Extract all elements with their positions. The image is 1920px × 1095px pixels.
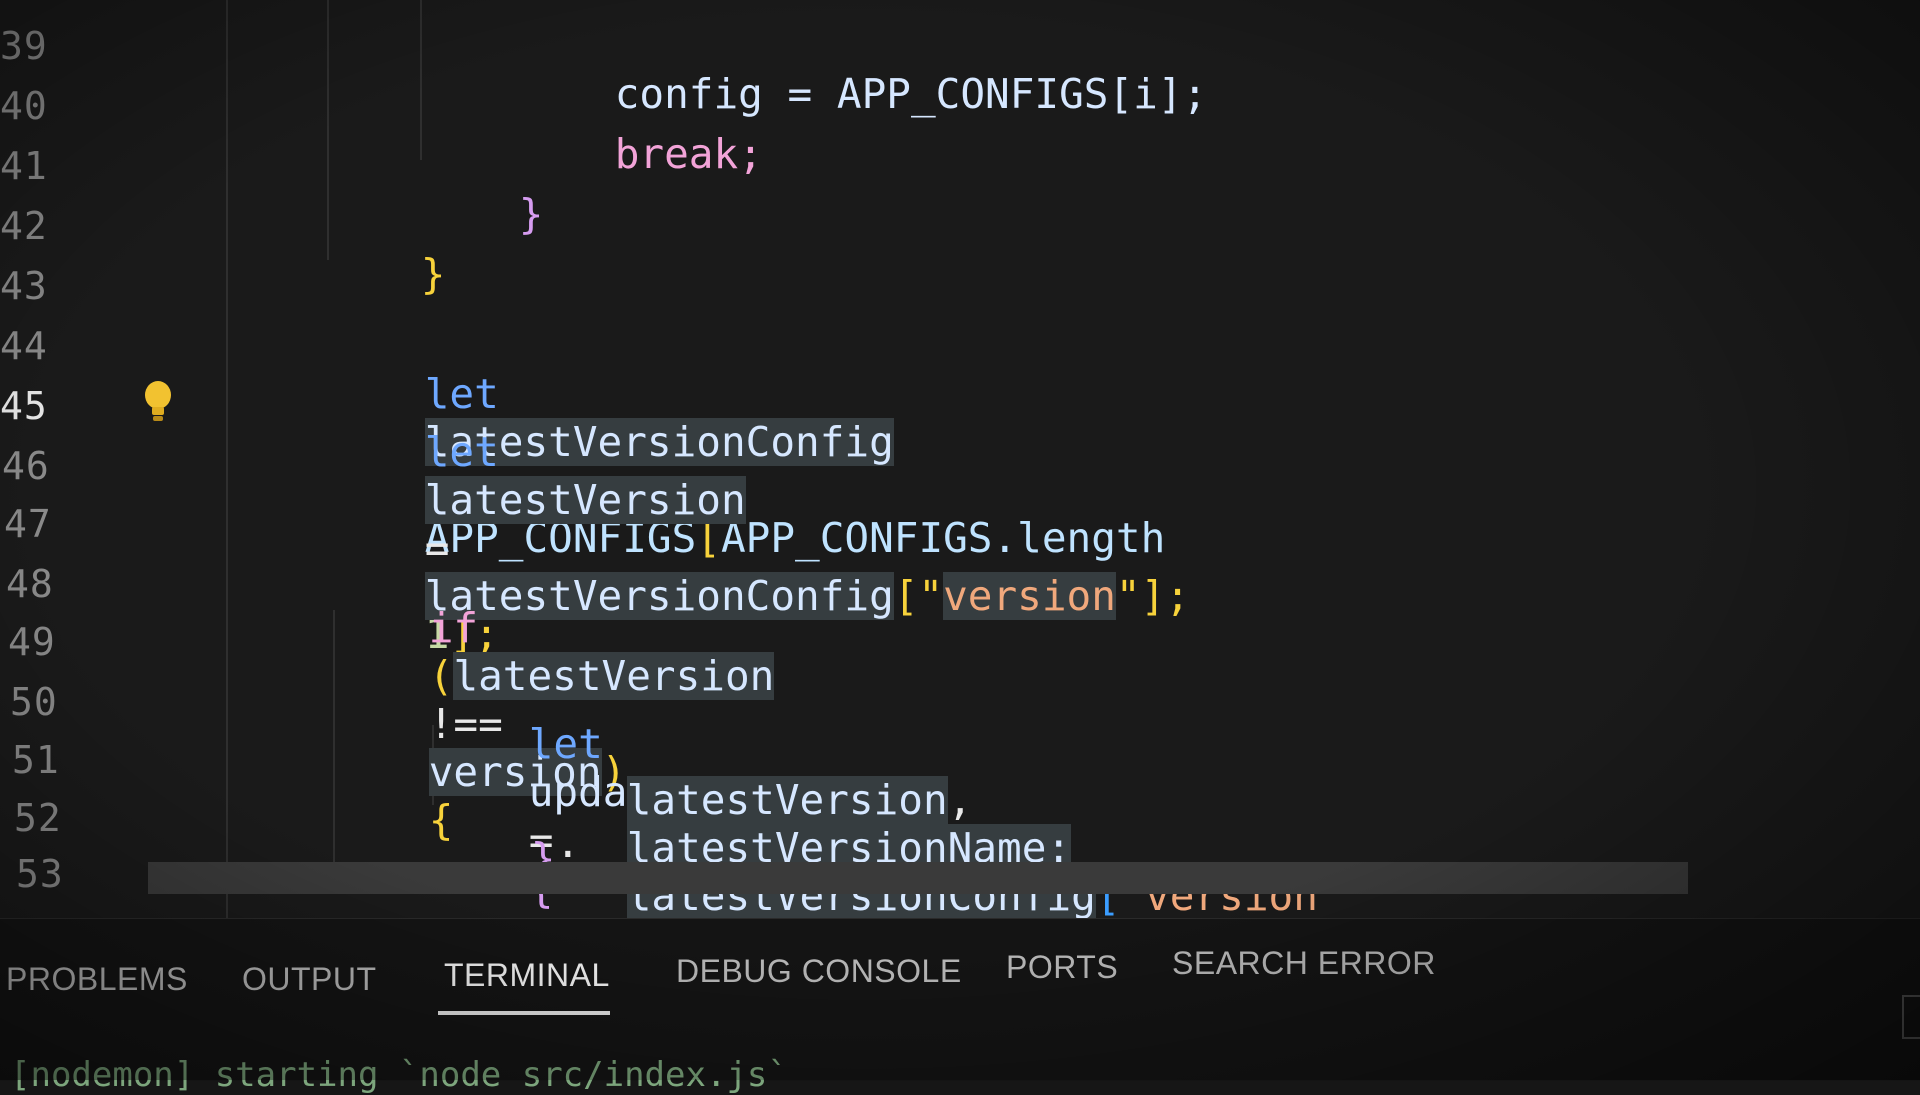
keyword: if: [428, 604, 479, 652]
identifier: latestVersion: [424, 476, 746, 524]
terminal-output[interactable]: [nodemon] starting `node src/index.js`: [10, 1055, 788, 1095]
line-number: 47: [4, 502, 52, 546]
line-number: 40: [0, 84, 48, 128]
keyword: let: [424, 428, 499, 476]
line-number-active: 45: [0, 384, 48, 428]
indent-guide: [420, 0, 422, 160]
tab-output[interactable]: OUTPUT: [242, 961, 377, 998]
line-number: 48: [6, 562, 54, 606]
line-number: 43: [0, 264, 48, 308]
tab-ports[interactable]: PORTS: [1006, 949, 1118, 986]
code-line-52[interactable]: };: [432, 786, 580, 918]
line-number: 42: [0, 204, 48, 248]
line-number: 53: [16, 852, 64, 896]
line-number: 39: [0, 24, 48, 68]
identifier: latestVersion: [626, 776, 948, 824]
line-number: 41: [0, 144, 48, 188]
line-number: 49: [8, 620, 56, 664]
bracket: [": [893, 572, 944, 620]
closing-brace: }: [518, 190, 544, 238]
code-line-40[interactable]: break;: [516, 82, 763, 226]
line-number: 46: [2, 444, 50, 488]
tab-problems[interactable]: PROBLEMS: [6, 961, 188, 998]
tab-search-error[interactable]: SEARCH ERROR: [1172, 945, 1436, 982]
tab-terminal[interactable]: TERMINAL: [444, 957, 610, 994]
string: version: [943, 572, 1116, 620]
comma: ,: [947, 776, 973, 824]
code-editor[interactable]: 39 40 41 42 43 44 45 46 47 48 49 50 51 5…: [0, 0, 1920, 918]
line-number: 52: [14, 796, 62, 840]
bracket: "];: [1115, 572, 1190, 620]
lightbulb-icon[interactable]: [142, 380, 174, 424]
tab-debug-console[interactable]: DEBUG CONSOLE: [676, 953, 962, 990]
line-number: 51: [12, 738, 60, 782]
indent-guide: [226, 0, 228, 918]
panel-toggle-icon[interactable]: [1902, 995, 1920, 1039]
line-number: 44: [0, 324, 48, 368]
active-tab-indicator: [438, 1011, 610, 1015]
horizontal-scrollbar[interactable]: [148, 862, 1688, 894]
bottom-panel: PROBLEMS OUTPUT TERMINAL DEBUG CONSOLE P…: [0, 918, 1920, 1095]
closing-brace: }: [420, 250, 446, 298]
line-number: 50: [10, 680, 58, 724]
code-text: break;: [614, 130, 763, 178]
